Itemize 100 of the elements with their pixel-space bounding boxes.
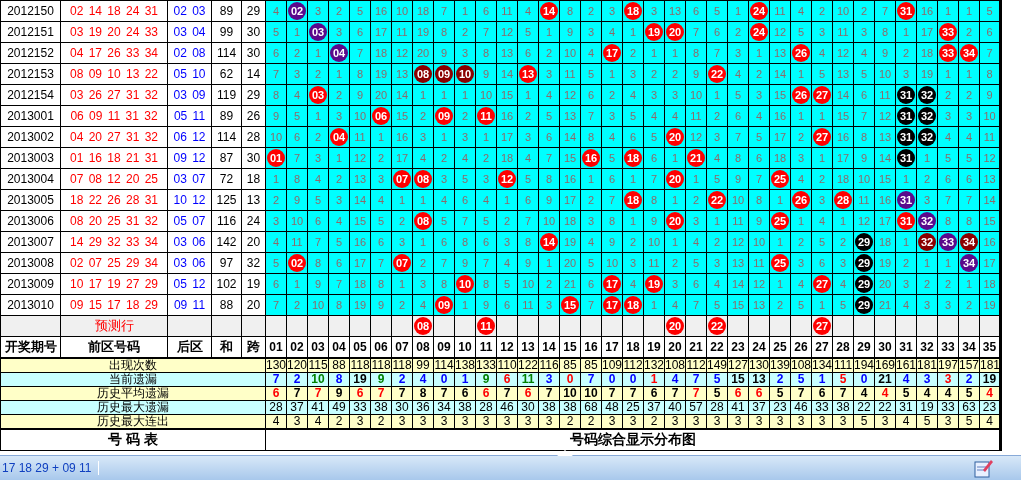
number-ball: 09 — [435, 107, 453, 125]
number-ball: 22 — [708, 317, 726, 336]
number-ball: 15 — [561, 296, 579, 314]
number-ball: 17 — [603, 44, 621, 62]
number-ball: 11 — [477, 317, 495, 336]
number-ball: 29 — [855, 254, 873, 272]
omission-count: 11 — [769, 0, 791, 22]
number-ball: 01 — [267, 149, 285, 167]
omission-count: 1 — [937, 0, 959, 22]
number-ball: 24 — [750, 2, 768, 20]
issue-number: 2013008 — [0, 252, 61, 274]
number-ball: 18 — [624, 2, 642, 20]
omission-count: 7 — [433, 0, 455, 22]
omission-count: 4 — [265, 0, 287, 22]
omission-count: 3 — [307, 0, 329, 22]
number-ball: 32 — [918, 107, 936, 125]
omission-count: 1 — [727, 0, 749, 22]
number-ball: 17 — [603, 296, 621, 314]
number-ball: 32 — [918, 86, 936, 104]
omission-count: 10 — [832, 0, 854, 22]
number-ball: 34 — [960, 233, 978, 251]
omission-count: 3 — [643, 0, 665, 22]
number-ball: 10 — [456, 65, 474, 83]
omission-count: 8 — [559, 0, 581, 22]
number-ball: 27 — [813, 275, 831, 293]
issue-number: 2013010 — [0, 294, 61, 316]
number-ball: 11 — [477, 107, 495, 125]
number-ball: 25 — [771, 254, 789, 272]
back-numbers: 02 03 — [167, 0, 212, 22]
number-ball: 10 — [456, 275, 474, 293]
issue-number: 2013004 — [0, 168, 61, 190]
omission-count: 2 — [580, 0, 602, 22]
number-ball: 31 — [897, 191, 915, 209]
omission-count: 2 — [853, 0, 875, 22]
notepad-icon[interactable] — [973, 458, 993, 478]
number-ball: 33 — [939, 233, 957, 251]
issue-number: 2013005 — [0, 189, 61, 211]
omission-count: 7 — [874, 0, 896, 22]
omission-count: 4 — [517, 0, 539, 22]
number-ball: 08 — [414, 65, 432, 83]
number-ball: 24 — [750, 23, 768, 41]
number-ball: 29 — [855, 275, 873, 293]
number-ball: 27 — [813, 317, 831, 336]
omission-count: 6 — [475, 0, 497, 22]
number-ball: 03 — [309, 86, 327, 104]
omission-count: 18 — [412, 0, 434, 22]
number-ball: 28 — [834, 191, 852, 209]
number-ball: 12 — [498, 170, 516, 188]
omission-count: 1 — [958, 0, 980, 22]
omission-count: 16 — [370, 0, 392, 22]
number-ball: 29 — [855, 296, 873, 314]
number-ball: 18 — [624, 296, 642, 314]
omission-count: 5 — [979, 0, 1001, 22]
number-ball: 20 — [666, 317, 684, 336]
number-ball: 25 — [771, 212, 789, 230]
number-ball: 14 — [540, 233, 558, 251]
issue-number: 2012150 — [0, 0, 61, 22]
omission-count: 1 — [454, 0, 476, 22]
number-ball: 31 — [897, 107, 915, 125]
number-ball: 18 — [624, 149, 642, 167]
issue-number: 2013009 — [0, 273, 61, 295]
omission-count: 11 — [496, 0, 518, 22]
front-numbers: 02 14 18 24 31 — [60, 0, 168, 22]
number-ball: 31 — [897, 2, 915, 20]
number-ball: 19 — [645, 275, 663, 293]
span-value: 29 — [241, 0, 266, 22]
number-ball: 13 — [519, 65, 537, 83]
number-ball: 22 — [708, 191, 726, 209]
omission-count: 5 — [349, 0, 371, 22]
number-ball: 32 — [918, 128, 936, 146]
number-ball: 19 — [645, 23, 663, 41]
issue-number: 2013002 — [0, 126, 61, 148]
number-ball: 27 — [813, 128, 831, 146]
omission-count: 2 — [328, 0, 350, 22]
number-ball: 20 — [666, 170, 684, 188]
number-ball: 34 — [960, 254, 978, 272]
issue-number: 2013007 — [0, 231, 61, 253]
omission-count: 3 — [601, 0, 623, 22]
number-ball: 25 — [771, 170, 789, 188]
number-ball: 20 — [666, 128, 684, 146]
sum-value: 89 — [211, 0, 242, 22]
number-ball: 04 — [330, 128, 348, 146]
omission-count: 5 — [706, 0, 728, 22]
number-ball: 26 — [792, 44, 810, 62]
number-ball: 21 — [687, 149, 705, 167]
number-ball: 16 — [582, 149, 600, 167]
omission-count: 16 — [916, 0, 938, 22]
number-ball: 08 — [414, 317, 432, 336]
number-ball: 08 — [414, 212, 432, 230]
issue-number: 2013006 — [0, 210, 61, 232]
number-ball: 09 — [435, 296, 453, 314]
number-ball: 20 — [666, 23, 684, 41]
number-ball: 04 — [330, 44, 348, 62]
number-ball: 06 — [372, 107, 390, 125]
omission-count: 4 — [790, 0, 812, 22]
issue-number: 2012152 — [0, 42, 61, 64]
status-text: 17 18 29 + 09 11 — [0, 461, 99, 475]
issue-number: 2012151 — [0, 21, 61, 43]
number-ball: 33 — [939, 23, 957, 41]
number-ball: 32 — [918, 212, 936, 230]
